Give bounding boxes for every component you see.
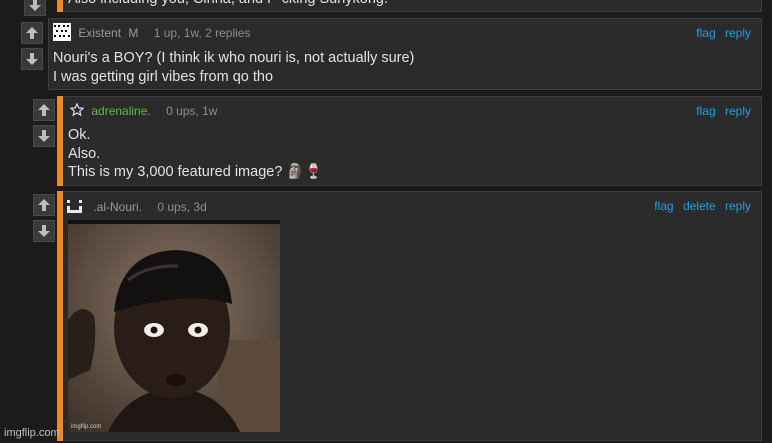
downvote-button[interactable]	[33, 220, 55, 242]
arrow-down-icon	[26, 53, 38, 65]
comment-adrenaline: adrenaline. 0 ups, 1w flag reply Ok. Als…	[57, 96, 762, 186]
arrow-up-icon	[38, 199, 50, 211]
arrow-up-icon	[26, 27, 38, 39]
username-link[interactable]: .al-Nouri.	[93, 200, 142, 214]
reply-link[interactable]: reply	[725, 26, 751, 40]
avatar[interactable]	[69, 102, 85, 120]
comment-text: Ok. Also. This is my 3,000 featured imag…	[68, 126, 323, 182]
comment-accent-bar	[57, 191, 63, 441]
upvote-button[interactable]	[21, 22, 43, 44]
comment-accent-bar	[57, 96, 63, 186]
arrow-down-icon	[29, 0, 41, 11]
arrow-up-icon	[38, 104, 50, 116]
upvote-button[interactable]	[33, 194, 55, 216]
arrow-down-icon	[38, 225, 50, 237]
reply-link[interactable]: reply	[725, 104, 751, 118]
delete-link[interactable]: delete	[683, 199, 716, 213]
flag-link[interactable]: flag	[696, 104, 715, 118]
comment-text-line: I was getting girl vibes from qo tho	[53, 68, 274, 85]
comment-meta: .al-Nouri. 0 ups, 3d	[66, 198, 207, 217]
vote-controls	[33, 99, 55, 151]
downvote-button[interactable]	[33, 125, 55, 147]
avatar[interactable]	[53, 23, 71, 44]
reply-link[interactable]: reply	[725, 199, 751, 213]
vote-controls	[21, 22, 43, 74]
flag-link[interactable]: flag	[696, 26, 715, 40]
comment-text-line: Also.	[68, 145, 101, 162]
user-badge: M	[128, 25, 139, 40]
comment-image[interactable]: imgflip.com	[68, 220, 280, 432]
comment-text: Also including you, Cinna, and F*cking S…	[68, 0, 388, 9]
comment-actions: flag reply	[690, 26, 751, 40]
image-caption: imgflip.com	[71, 424, 102, 430]
upvote-button[interactable]	[33, 99, 55, 121]
comment-existent: Existent M 1 up, 1w, 2 replies flag repl…	[48, 18, 762, 90]
comment-text-line: Nouri's a BOY? (I think ik who nouri is,…	[53, 50, 415, 66]
comment-stats: 0 ups, 1w	[166, 103, 218, 118]
vote-controls	[24, 0, 46, 20]
comment-text: Nouri's a BOY? (I think ik who nouri is,…	[53, 49, 414, 86]
comment-stats: 0 ups, 3d	[157, 199, 207, 214]
meme-photo	[68, 220, 280, 432]
avatar[interactable]	[66, 198, 86, 217]
comment-text-line: This is my 3,000 featured image? 🗿🍷	[68, 164, 323, 180]
imgflip-watermark: imgflip.com	[4, 427, 60, 439]
comment-meta: Existent M 1 up, 1w, 2 replies	[53, 23, 250, 44]
username-link[interactable]: adrenaline.	[91, 104, 150, 118]
comment-stats: 1 up, 1w, 2 replies	[153, 25, 251, 40]
username-link[interactable]: Existent	[78, 26, 121, 40]
star-icon	[69, 102, 85, 117]
downvote-button[interactable]	[21, 48, 43, 70]
comment-meta: adrenaline. 0 ups, 1w	[69, 102, 218, 120]
vote-controls	[33, 194, 55, 246]
arrow-down-icon	[38, 130, 50, 142]
comment-accent-bar	[57, 0, 63, 12]
downvote-button[interactable]	[24, 0, 46, 16]
comment-actions: flag delete reply	[648, 199, 751, 213]
flag-link[interactable]: flag	[654, 199, 673, 213]
comment-actions: flag reply	[690, 104, 751, 118]
comment-top-partial: Also including you, Cinna, and F*cking S…	[57, 0, 762, 12]
comment-text-line: Ok.	[68, 127, 91, 143]
comment-al-nouri: .al-Nouri. 0 ups, 3d flag delete reply i…	[57, 191, 762, 441]
